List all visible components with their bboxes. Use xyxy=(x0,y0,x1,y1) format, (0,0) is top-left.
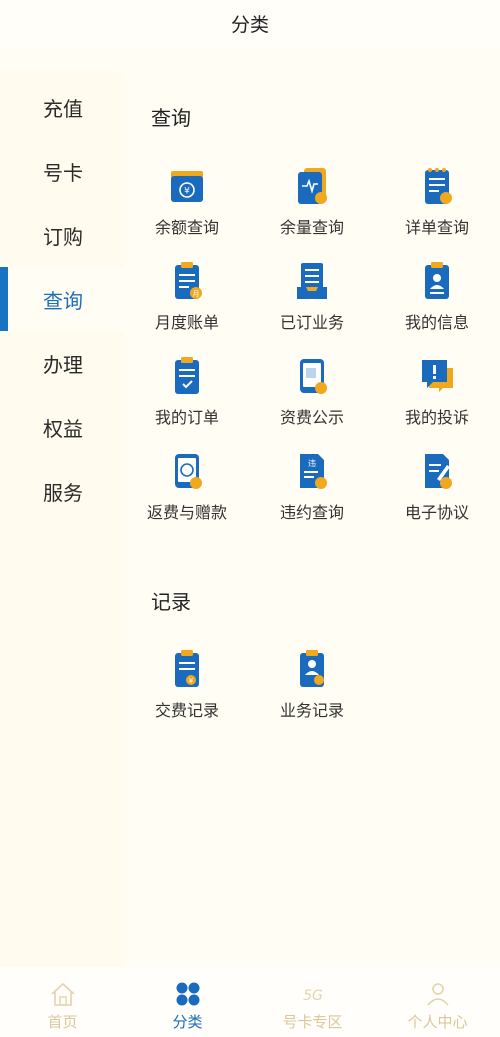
tab-personal-center[interactable]: 个人中心 xyxy=(375,967,500,1037)
query-item-breach[interactable]: 违 违约查询 xyxy=(252,451,372,535)
sidebar-item-number-card[interactable]: 号卡 xyxy=(0,139,124,203)
user-icon xyxy=(426,983,449,1006)
item-label: 电子协议 xyxy=(404,503,469,522)
service-record-icon xyxy=(300,650,324,687)
item-label: 已订业务 xyxy=(279,313,344,332)
item-label: 我的订单 xyxy=(154,408,219,427)
tab-label: 首页 xyxy=(47,1013,78,1031)
query-item-refund[interactable]: 返费与赠款 xyxy=(127,451,247,535)
section-title-query: 查询 xyxy=(151,106,191,130)
item-label: 交费记录 xyxy=(154,701,219,720)
item-label: 余量查询 xyxy=(279,218,344,237)
item-label: 资费公示 xyxy=(279,408,344,427)
sidebar-item-recharge[interactable]: 充值 xyxy=(0,75,124,139)
query-item-balance[interactable]: ¥ 余额查询 xyxy=(127,166,247,250)
sidebar-item-benefits[interactable]: 权益 xyxy=(0,395,124,459)
wallet-icon: ¥ xyxy=(171,171,203,202)
bottom-tab-bar: 首页 分类 5G 号卡专区 个人中心 xyxy=(0,967,500,1037)
section-title-records: 记录 xyxy=(151,590,191,614)
tab-label: 分类 xyxy=(172,1013,203,1031)
item-label: 业务记录 xyxy=(279,701,344,720)
data-usage-icon xyxy=(298,168,327,204)
top-bar: 分类 xyxy=(0,0,500,46)
query-item-remaining[interactable]: 余量查询 xyxy=(252,166,372,250)
tab-home[interactable]: 首页 xyxy=(0,967,125,1037)
item-label: 违约查询 xyxy=(279,503,344,522)
record-item-service[interactable]: 业务记录 xyxy=(252,649,372,733)
tab-label: 个人中心 xyxy=(407,1013,468,1031)
item-label: 余额查询 xyxy=(154,218,219,237)
5g-icon: 5G xyxy=(303,988,323,1004)
breach-query-icon: 违 xyxy=(300,454,327,489)
sidebar-item-service[interactable]: 服务 xyxy=(0,459,124,523)
monthly-bill-icon: 月 xyxy=(175,262,202,299)
my-info-icon xyxy=(425,262,449,299)
item-label: 我的投诉 xyxy=(404,408,469,427)
sidebar-item-query[interactable]: 查询 xyxy=(0,267,124,331)
tab-category[interactable]: 分类 xyxy=(125,967,250,1037)
svg-text:5G: 5G xyxy=(303,988,323,1004)
item-label: 月度账单 xyxy=(154,313,219,332)
tab-number-card[interactable]: 5G 号卡专区 xyxy=(250,967,375,1037)
item-label: 我的信息 xyxy=(404,313,469,332)
sidebar-item-order[interactable]: 订购 xyxy=(0,203,124,267)
query-item-tariff[interactable]: 资费公示 xyxy=(252,356,372,440)
category-content: 查询 ¥ 余额查询 余量查询 详单查询 月 月度账单 已订业务 我的信息 我的订… xyxy=(124,72,500,967)
refund-icon xyxy=(175,454,202,489)
record-item-payment[interactable]: ¥ 交费记录 xyxy=(127,649,247,733)
query-item-my-info[interactable]: 我的信息 xyxy=(377,261,497,345)
query-item-my-order[interactable]: 我的订单 xyxy=(127,356,247,440)
svg-text:¥: ¥ xyxy=(184,187,190,197)
sidebar-item-handle[interactable]: 办理 xyxy=(0,331,124,395)
query-item-e-agreement[interactable]: 电子协议 xyxy=(377,451,497,535)
tariff-icon xyxy=(300,359,327,394)
e-agreement-icon xyxy=(425,454,452,489)
subscribed-service-icon xyxy=(297,263,327,299)
complaint-icon xyxy=(422,360,453,392)
category-icon xyxy=(176,982,199,1006)
page-title: 分类 xyxy=(230,13,269,36)
svg-text:违: 违 xyxy=(308,459,316,468)
query-item-complaint[interactable]: 我的投诉 xyxy=(377,356,497,440)
payment-record-icon: ¥ xyxy=(175,650,199,687)
svg-text:月: 月 xyxy=(193,290,200,298)
category-sidebar: 充值 号卡 订购 查询 办理 权益 服务 xyxy=(0,72,124,967)
query-item-detail[interactable]: 详单查询 xyxy=(377,166,497,250)
tab-label: 号卡专区 xyxy=(282,1013,343,1031)
home-icon xyxy=(50,982,75,1006)
my-order-icon xyxy=(175,357,199,394)
query-item-subscribed[interactable]: 已订业务 xyxy=(252,261,372,345)
detail-list-icon xyxy=(425,168,452,204)
query-item-monthly-bill[interactable]: 月 月度账单 xyxy=(127,261,247,345)
svg-text:¥: ¥ xyxy=(189,677,194,685)
item-label: 返费与赠款 xyxy=(146,503,227,522)
item-label: 详单查询 xyxy=(404,218,469,237)
